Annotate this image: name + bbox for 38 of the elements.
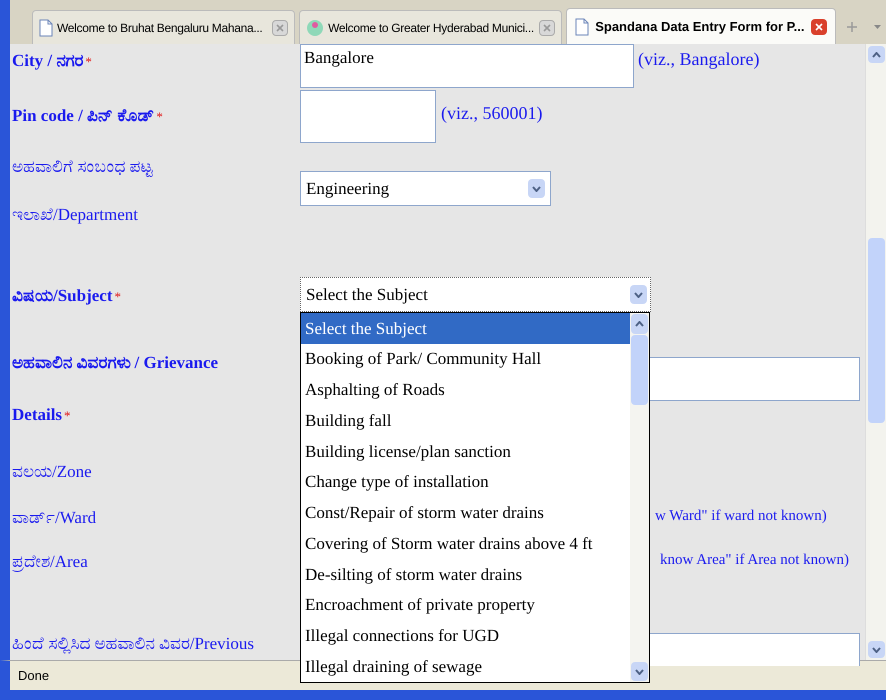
dropdown-option[interactable]: Illegal connections for UGD <box>301 620 630 652</box>
required-asterisk: * <box>85 53 92 71</box>
dropdown-option[interactable]: Const/Repair of storm water drains <box>301 498 630 528</box>
browser-tab[interactable]: Welcome to Greater Hyderabad Munici... <box>299 10 562 44</box>
field-label: ವಲಯ/Zone <box>12 461 92 483</box>
browser-tab[interactable]: Spandana Data Entry Form for P... <box>566 8 836 44</box>
field-label: ಇಲಾಖೆ/Department <box>12 204 138 226</box>
required-asterisk: * <box>64 406 71 424</box>
browser-tab[interactable]: Welcome to Bruhat Bengaluru Mahana... <box>32 10 296 44</box>
dropdown-option[interactable]: Illegal draining of sewage <box>301 651 630 682</box>
dropdown-option[interactable]: Change type of installation <box>301 466 630 498</box>
dropdown-option[interactable]: Encroachment of private property <box>301 590 630 620</box>
field-label: Pin code / ಪಿನ್ ಕೊಡ್ <box>12 105 154 127</box>
ward-hint: w Ward" if ward not known) <box>655 507 827 526</box>
subject-select[interactable]: Select the Subject <box>300 277 651 312</box>
status-text: Done <box>18 666 50 685</box>
field-label: ಪ್ರದೇಶ/Area <box>12 551 88 574</box>
field-label: ಅಹವಾಲಿನ ವಿವರಗಳು / Grievance <box>12 352 218 374</box>
example-hint: (viz., Bangalore) <box>638 48 760 71</box>
example-hint: (viz., 560001) <box>441 102 542 125</box>
field-label: City / ನಗರ <box>12 50 84 72</box>
department-select[interactable]: Engineering <box>300 171 551 206</box>
dropdown-option[interactable]: De-silting of storm water drains <box>301 559 630 590</box>
field-label: ವಿಷಯ/Subject <box>12 285 112 307</box>
dropdown-option[interactable]: Select the Subject <box>301 313 630 344</box>
field-label: ವಾರ್ಡ್/Ward <box>12 507 96 529</box>
dropdown-option[interactable]: Booking of Park/ Community Hall <box>301 344 630 374</box>
required-asterisk: * <box>156 108 163 126</box>
required-asterisk: * <box>114 288 121 306</box>
city-input[interactable]: Bangalore <box>300 44 634 88</box>
area-hint: know Area" if Area not known) <box>660 551 849 570</box>
dropdown-option[interactable]: Asphalting of Roads <box>301 374 630 406</box>
dropdown-option[interactable]: Building fall <box>301 405 630 436</box>
dropdown-option[interactable]: Building license/plan sanction <box>301 436 630 467</box>
field-label: ಅಹವಾಲಿಗೆ ಸಂಬಂಧ ಪಟ್ಟ <box>12 156 152 179</box>
field-label: Details <box>12 404 62 426</box>
dropdown-option[interactable]: Covering of Storm water drains above 4 ft <box>301 528 630 559</box>
field-label: ಹಿಂದೆ ಸಲ್ಲಿಸಿದ ಅಹವಾಲಿನ ವಿವರ/Previous <box>12 633 254 656</box>
